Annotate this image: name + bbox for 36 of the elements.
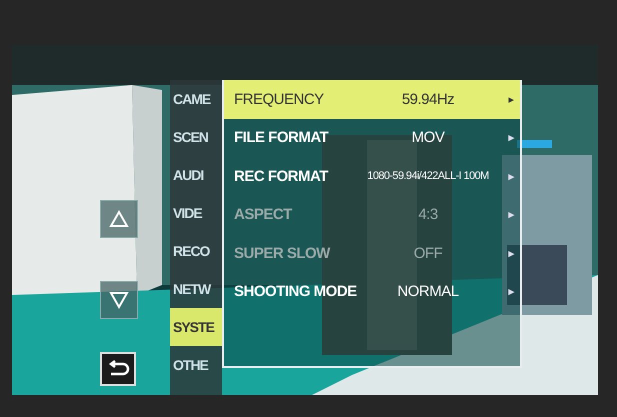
setting-label: SUPER SLOW bbox=[234, 244, 332, 262]
setting-value: NORMAL bbox=[396, 283, 460, 300]
scroll-up-button[interactable] bbox=[100, 200, 138, 238]
setting-row[interactable]: FREQUENCY 59.94Hz ▸ bbox=[224, 80, 520, 118]
category-tab[interactable]: AUDI bbox=[170, 156, 222, 194]
setting-row[interactable]: FILE FORMAT MOV ▸ bbox=[224, 118, 520, 157]
setting-value: MOV bbox=[410, 129, 446, 146]
arrow-icon: ▸ bbox=[502, 208, 514, 222]
setting-label: SHOOTING MODE bbox=[234, 283, 354, 300]
setting-label: FILE FORMAT bbox=[234, 129, 330, 146]
category-tab[interactable]: OTHE bbox=[170, 346, 222, 384]
category-tab[interactable]: CAME bbox=[170, 80, 222, 118]
category-tab[interactable]: NETW bbox=[170, 270, 222, 308]
category-tab[interactable]: SYSTE bbox=[170, 308, 222, 346]
setting-value: 1080-59.94i/422ALL-I 100M bbox=[366, 170, 490, 182]
scroll-down-button[interactable] bbox=[100, 281, 138, 319]
arrow-icon: ▸ bbox=[502, 285, 514, 298]
setting-label: FREQUENCY bbox=[234, 90, 325, 108]
back-button[interactable] bbox=[100, 352, 136, 386]
arrow-icon: ▸ bbox=[502, 246, 514, 260]
setting-label: REC FORMAT bbox=[234, 168, 330, 185]
setting-label: ASPECT bbox=[234, 206, 294, 224]
setting-row[interactable]: REC FORMAT 1080-59.94i/422ALL-I 100M ▸ bbox=[224, 157, 520, 196]
return-arrow-icon bbox=[106, 360, 130, 378]
category-tab[interactable]: VIDE bbox=[170, 194, 222, 232]
arrow-icon: ▸ bbox=[502, 92, 514, 106]
setting-row[interactable]: SHOOTING MODE NORMAL ▸ bbox=[224, 272, 520, 311]
category-tab[interactable]: RECO bbox=[170, 232, 222, 270]
setting-value: OFF bbox=[412, 244, 444, 262]
category-tab[interactable]: SCEN bbox=[170, 118, 222, 156]
setting-value: 59.94Hz bbox=[400, 90, 456, 108]
setting-value: 4:3 bbox=[417, 206, 439, 224]
down-triangle-icon bbox=[109, 291, 129, 309]
up-triangle-icon bbox=[109, 210, 129, 228]
arrow-icon: ▸ bbox=[502, 170, 514, 183]
arrow-icon: ▸ bbox=[502, 131, 514, 144]
